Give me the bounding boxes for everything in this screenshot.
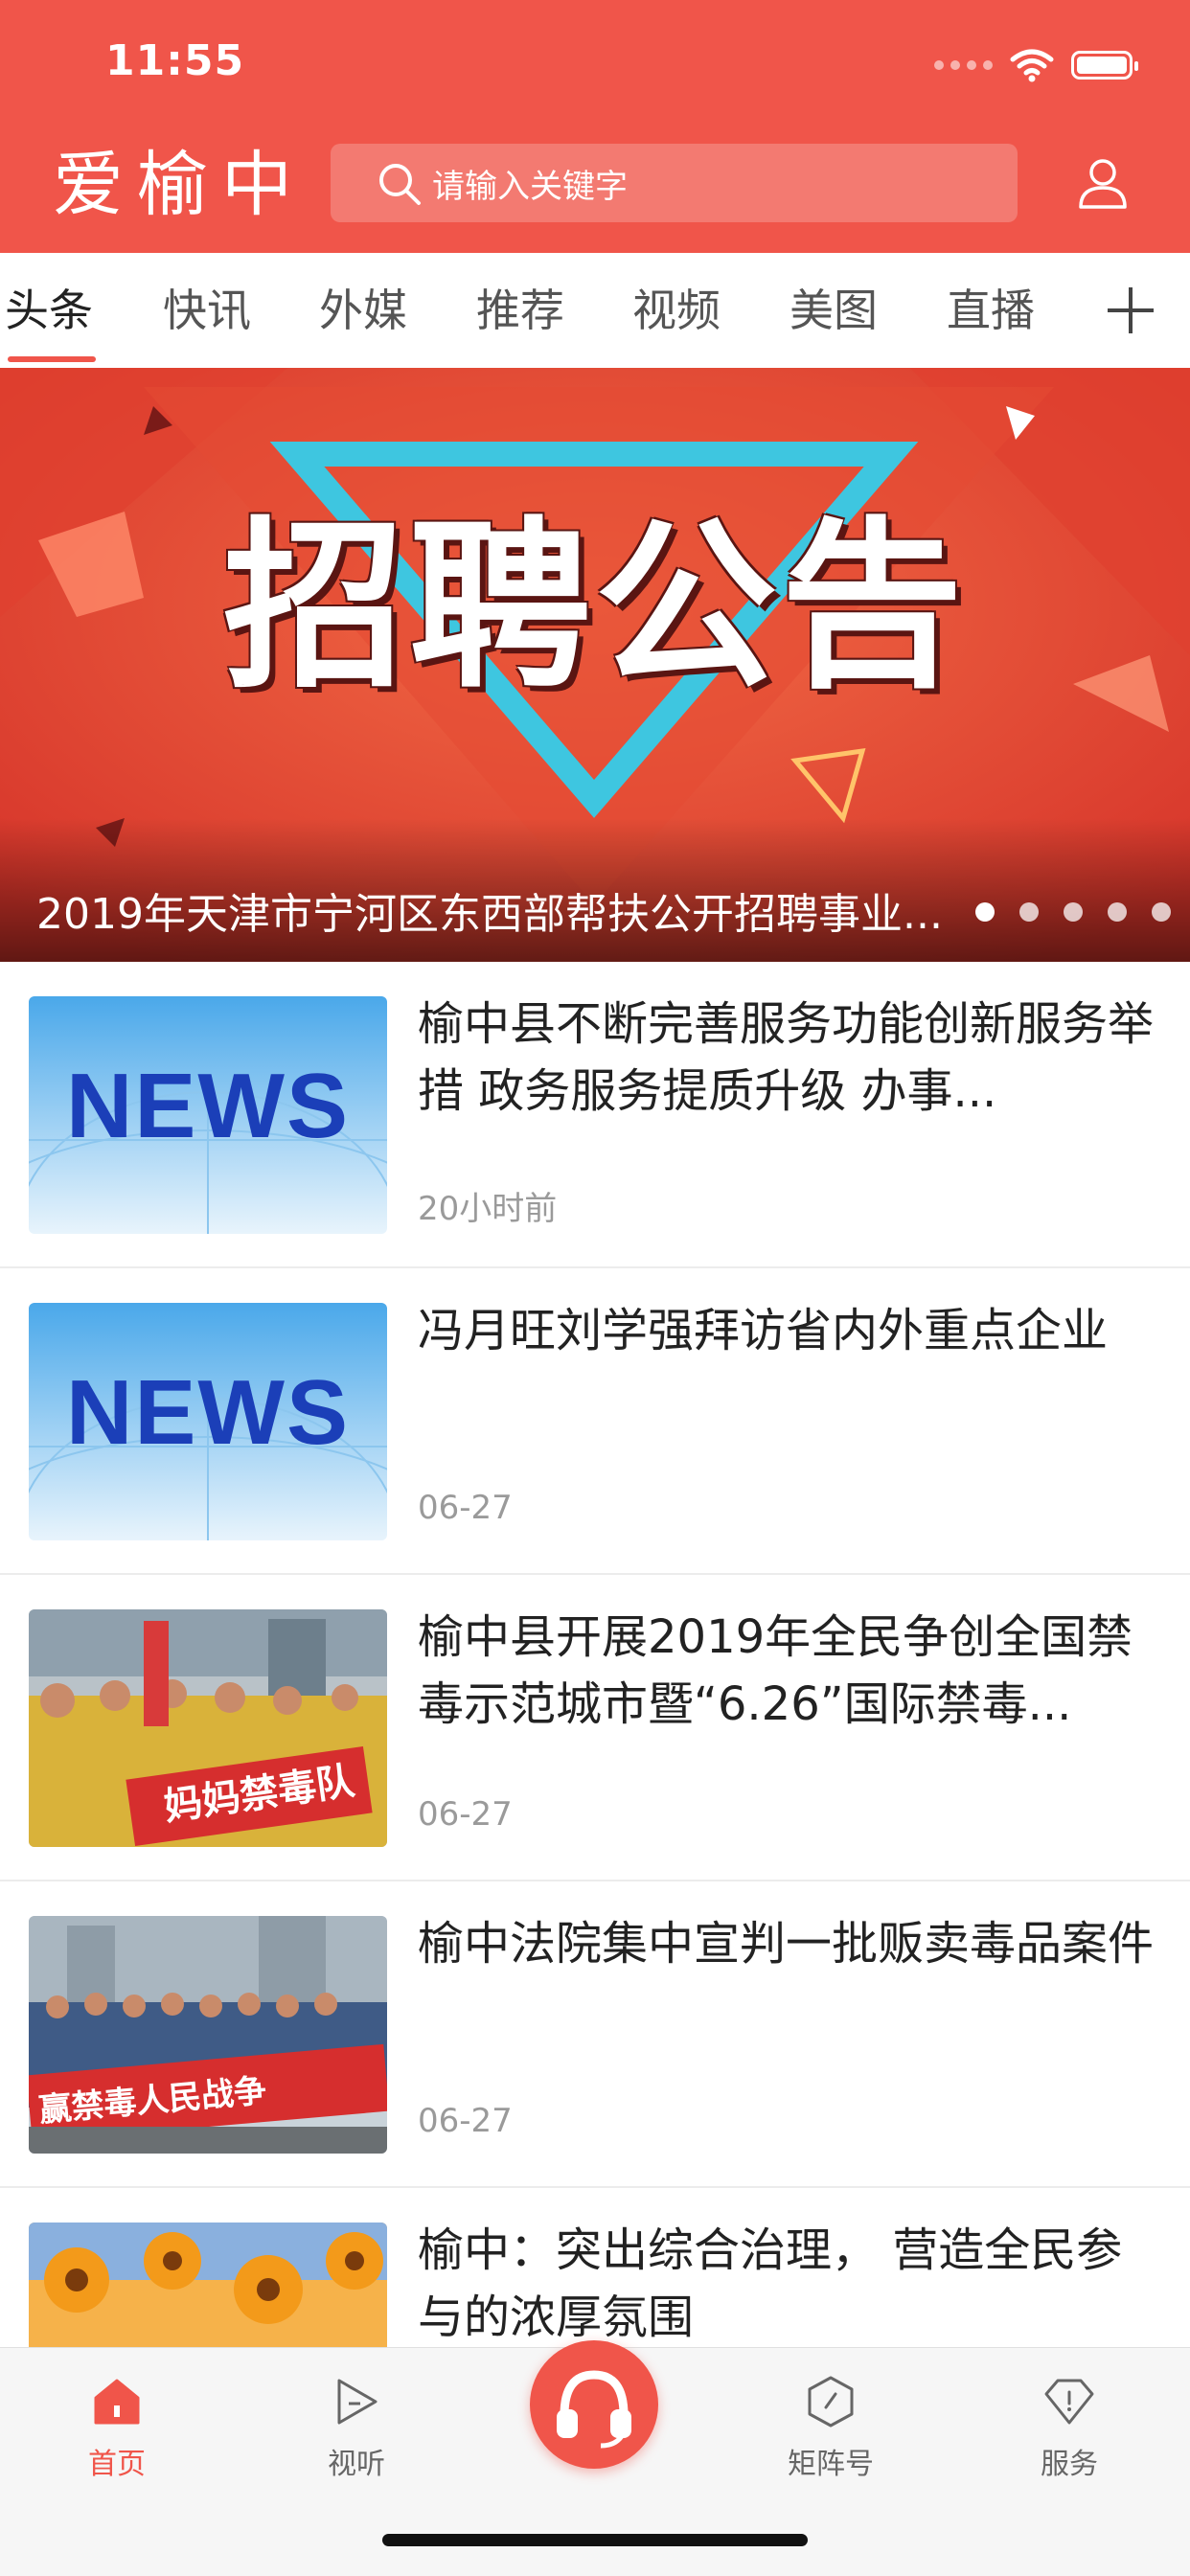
banner-title: 2019年天津市宁河区东西部帮扶公开招聘事业... [36,890,943,939]
add-tab-icon[interactable] [1104,284,1157,337]
banner-pagination[interactable] [975,902,1171,922]
user-profile-icon[interactable] [1073,153,1133,213]
play-icon [337,2379,378,2425]
compass-icon [808,2376,854,2428]
status-icons [934,46,1138,84]
nav-label: 服务 [1041,2448,1098,2481]
banner-image-text: 招聘公告 [222,501,967,713]
news-item[interactable]: 赢禁毒人民战争 榆中法院集中宣判一批贩卖毒品案件 06-27 [0,1881,1190,2188]
banner-dot[interactable] [1108,902,1127,922]
active-tab-indicator [8,356,96,362]
news-time: 06-27 [418,1795,513,1834]
center-live-button[interactable] [530,2340,658,2469]
banner-dot[interactable] [1152,902,1171,922]
home-icon [94,2379,140,2425]
news-title: 榆中：突出综合治理， 营造全民参与的浓厚氛围 [418,2223,1123,2344]
banner-caption: 2019年天津市宁河区东西部帮扶公开招聘事业... [0,818,1190,962]
nav-label: 视听 [328,2448,385,2481]
thumb-text: NEWS [66,1055,350,1157]
news-item[interactable]: NEWS 冯月旺刘学强拜访省内外重点企业 06-27 [0,1268,1190,1575]
news-thumbnail [29,2223,387,2347]
tab-waimei[interactable]: 外媒 [319,253,407,368]
tab-tuijian[interactable]: 推荐 [476,253,564,368]
headline-banner[interactable]: 招聘公告 2019年天津市宁河区东西部帮扶公开招聘事业... [0,368,1190,962]
news-thumbnail: NEWS [29,1303,387,1540]
nav-label: 首页 [88,2448,146,2481]
service-icon [1044,2379,1094,2425]
cellular-signal-icon [934,60,993,70]
news-time: 06-27 [418,2102,513,2140]
tab-shipin[interactable]: 视频 [632,253,721,368]
news-item[interactable]: NEWS 榆中县不断完善服务功能创新服务举措 政务服务提质升级 办事... 20… [0,962,1190,1268]
news-thumbnail: NEWS [29,996,387,1234]
nav-matrix[interactable]: 矩阵号 [764,2359,898,2503]
news-title: 榆中县不断完善服务功能创新服务举措 政务服务提质升级 办事... [418,997,1155,1118]
tab-toutiao[interactable]: 头条 [5,253,93,368]
news-time: 06-27 [418,1489,513,1527]
news-thumbnail: 妈妈禁毒队 [29,1609,387,1847]
nav-media[interactable]: 视听 [289,2359,423,2503]
search-placeholder: 请输入关键字 [432,167,628,206]
category-tabs: 头条 快讯 外媒 推荐 视频 美图 直播 [0,253,1190,369]
news-item[interactable]: 妈妈禁毒队 榆中县开展2019年全民争创全国禁毒示范城市暨“6.26”国际禁毒.… [0,1575,1190,1881]
app-header: 11:55 爱榆中 请输入关键字 [0,0,1190,253]
search-icon [379,164,421,205]
thumb-text: NEWS [66,1361,350,1464]
banner-dot[interactable] [975,902,995,922]
app-logo: 爱榆中 [53,144,306,226]
tab-zhibo[interactable]: 直播 [947,253,1035,368]
news-title: 榆中县开展2019年全民争创全国禁毒示范城市暨“6.26”国际禁毒... [418,1610,1133,1731]
tab-kuaixun[interactable]: 快讯 [163,253,251,368]
bottom-navigation: 首页 视听 矩阵号 服务 [0,2340,1190,2576]
wifi-icon [1010,49,1054,82]
status-time: 11:55 [105,36,245,85]
headset-icon [557,2370,631,2449]
nav-home[interactable]: 首页 [50,2359,184,2503]
nav-label: 矩阵号 [788,2448,874,2481]
news-title: 冯月旺刘学强拜访省内外重点企业 [418,1304,1109,1357]
flowers-photo-image [29,2223,387,2347]
news-title: 榆中法院集中宣判一批贩卖毒品案件 [418,1917,1155,1971]
nav-service[interactable]: 服务 [1002,2359,1136,2503]
banner-dot[interactable] [1064,902,1083,922]
battery-icon [1071,51,1138,80]
search-input[interactable]: 请输入关键字 [331,144,1018,222]
banner-dot[interactable] [1019,902,1039,922]
news-time: 20小时前 [418,1190,558,1228]
news-thumbnail: 赢禁毒人民战争 [29,1916,387,2154]
tab-meitu[interactable]: 美图 [790,253,878,368]
home-indicator[interactable] [382,2534,808,2546]
news-list: NEWS 榆中县不断完善服务功能创新服务举措 政务服务提质升级 办事... 20… [0,962,1190,2347]
news-item[interactable]: 榆中：突出综合治理， 营造全民参与的浓厚氛围 [0,2188,1190,2347]
